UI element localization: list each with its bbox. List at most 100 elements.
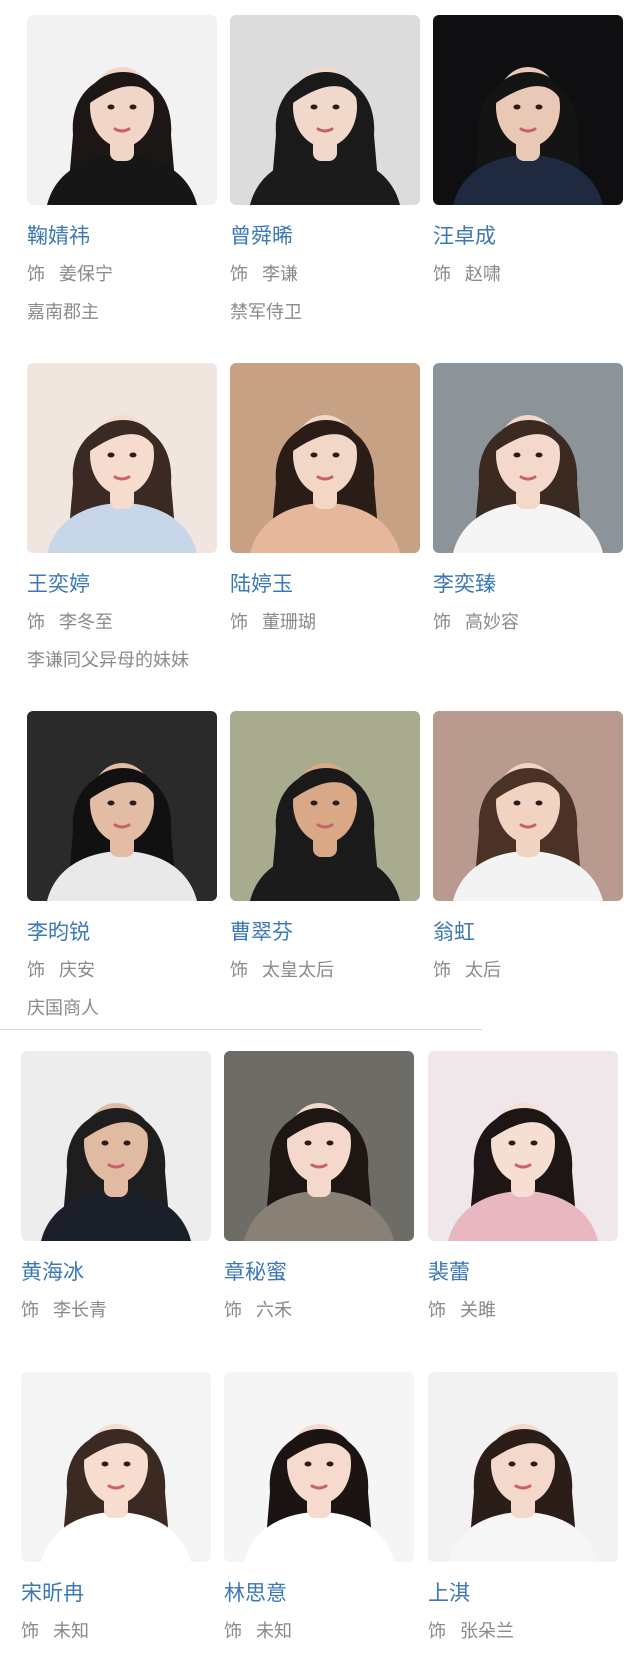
cast-card[interactable]: 曹翠芬 饰太皇太后 [230,711,420,983]
cast-card[interactable]: 汪卓成 饰赵啸 [433,15,623,287]
cast-photo[interactable] [27,363,217,553]
role-line: 饰高妙容 [433,611,623,635]
cast-photo[interactable] [27,711,217,901]
cast-card[interactable]: 翁虹 饰太后 [433,711,623,983]
role-description: 嘉南郡主 [27,302,99,323]
actor-name[interactable]: 章秘蜜 [224,1259,414,1285]
cast-photo[interactable] [21,1372,211,1562]
role-prefix: 饰 [428,1621,446,1642]
role-prefix: 饰 [21,1621,39,1642]
cast-photo[interactable] [428,1372,618,1562]
role-line: 饰张朵兰 [428,1620,618,1644]
actor-name[interactable]: 翁虹 [433,919,623,945]
role-prefix: 饰 [27,960,45,981]
role-name: 未知 [53,1621,89,1642]
cast-card[interactable]: 鞠婧祎 饰姜保宁 嘉南郡主 [27,15,217,325]
actor-name[interactable]: 鞠婧祎 [27,223,217,249]
role-name: 张朵兰 [460,1621,514,1642]
cast-photo[interactable] [21,1051,211,1241]
cast-card[interactable]: 林思意 饰未知 [224,1372,414,1644]
actor-name[interactable]: 李昀锐 [27,919,217,945]
role-prefix: 饰 [27,612,45,633]
role-name: 董珊瑚 [262,612,316,633]
cast-card[interactable]: 黄海冰 饰李长青 [21,1051,211,1323]
portrait-image [27,15,217,205]
role-prefix: 饰 [433,264,451,285]
role-line: 饰太皇太后 [230,959,420,983]
role-name: 太皇太后 [262,960,334,981]
portrait-image [433,711,623,901]
role-line: 饰姜保宁 [27,263,217,287]
cast-photo[interactable] [433,363,623,553]
cast-photo[interactable] [27,15,217,205]
actor-name[interactable]: 李奕臻 [433,571,623,597]
actor-name[interactable]: 曾舜晞 [230,223,420,249]
cast-photo[interactable] [428,1051,618,1241]
cast-photo[interactable] [433,711,623,901]
role-name: 六禾 [256,1300,292,1321]
cast-card[interactable]: 陆婷玉 饰董珊瑚 [230,363,420,635]
role-description: 禁军侍卫 [230,302,302,323]
section-divider [0,1029,482,1030]
role-line: 饰六禾 [224,1299,414,1323]
actor-name[interactable]: 裴蕾 [428,1259,618,1285]
role-line: 饰李谦 [230,263,420,287]
role-prefix: 饰 [428,1300,446,1321]
role-line: 饰董珊瑚 [230,611,420,635]
role-prefix: 饰 [433,612,451,633]
role-prefix: 饰 [230,264,248,285]
role-line: 饰李冬至 [27,611,217,635]
portrait-image [230,15,420,205]
role-name: 李冬至 [59,612,113,633]
role-prefix: 饰 [21,1300,39,1321]
cast-card[interactable]: 曾舜晞 饰李谦 禁军侍卫 [230,15,420,325]
role-prefix: 饰 [230,960,248,981]
actor-name[interactable]: 林思意 [224,1580,414,1606]
role-prefix: 饰 [230,612,248,633]
portrait-image [224,1372,414,1562]
portrait-image [230,711,420,901]
actor-name[interactable]: 曹翠芬 [230,919,420,945]
role-line: 饰庆安 [27,959,217,983]
role-name: 太后 [465,960,501,981]
actor-name[interactable]: 上淇 [428,1580,618,1606]
cast-card[interactable]: 李昀锐 饰庆安 庆国商人 [27,711,217,1021]
cast-card[interactable]: 王奕婷 饰李冬至 李谦同父异母的妹妹 [27,363,217,673]
cast-photo[interactable] [230,711,420,901]
cast-card[interactable]: 上淇 饰张朵兰 [428,1372,618,1644]
portrait-image [433,15,623,205]
role-name: 关雎 [460,1300,496,1321]
cast-photo[interactable] [230,15,420,205]
cast-card[interactable]: 章秘蜜 饰六禾 [224,1051,414,1323]
cast-card[interactable]: 李奕臻 饰高妙容 [433,363,623,635]
actor-name[interactable]: 王奕婷 [27,571,217,597]
role-prefix: 饰 [27,264,45,285]
role-description: 庆国商人 [27,998,99,1019]
actor-name[interactable]: 陆婷玉 [230,571,420,597]
portrait-image [224,1051,414,1241]
role-line: 饰李长青 [21,1299,211,1323]
portrait-image [428,1372,618,1562]
cast-photo[interactable] [224,1372,414,1562]
actor-name[interactable]: 宋昕冉 [21,1580,211,1606]
role-description: 李谦同父异母的妹妹 [27,650,189,671]
role-line: 饰赵啸 [433,263,623,287]
role-line: 饰未知 [21,1620,211,1644]
portrait-image [27,711,217,901]
role-prefix: 饰 [433,960,451,981]
actor-name[interactable]: 黄海冰 [21,1259,211,1285]
portrait-image [428,1051,618,1241]
role-prefix: 饰 [224,1300,242,1321]
role-name: 未知 [256,1621,292,1642]
cast-photo[interactable] [224,1051,414,1241]
cast-card[interactable]: 裴蕾 饰关雎 [428,1051,618,1323]
cast-photo[interactable] [433,15,623,205]
portrait-image [433,363,623,553]
role-name: 赵啸 [465,264,501,285]
portrait-image [21,1051,211,1241]
cast-card[interactable]: 宋昕冉 饰未知 [21,1372,211,1644]
actor-name[interactable]: 汪卓成 [433,223,623,249]
role-line: 饰未知 [224,1620,414,1644]
role-name: 姜保宁 [59,264,113,285]
cast-photo[interactable] [230,363,420,553]
